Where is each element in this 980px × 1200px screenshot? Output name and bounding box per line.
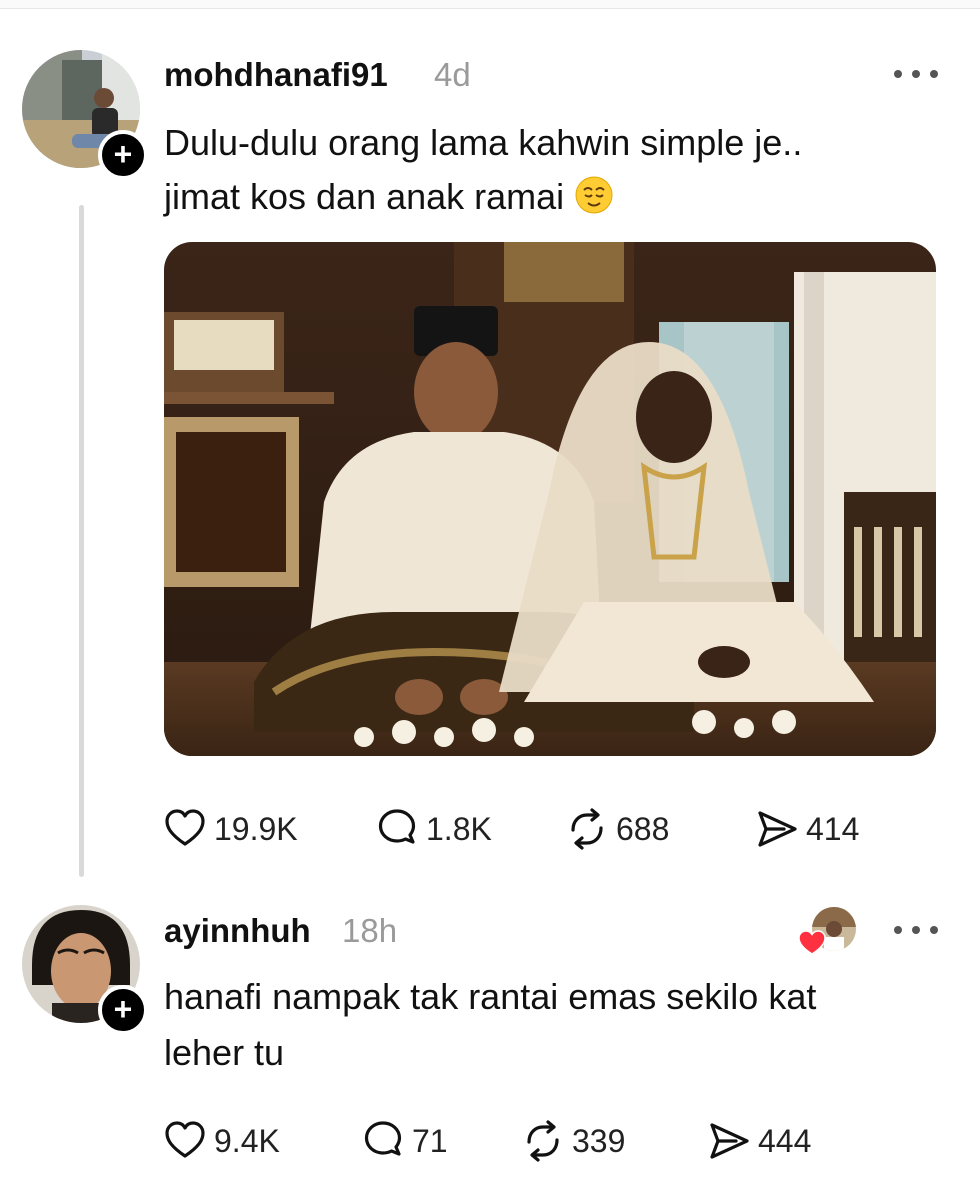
reply-follow-plus-button[interactable]: + xyxy=(98,985,148,1035)
repost-icon xyxy=(527,1120,559,1162)
post-text-line-2: jimat kos dan anak ramai xyxy=(164,176,565,217)
follow-plus-button[interactable]: + xyxy=(98,130,148,180)
reply-share-button[interactable]: 444 xyxy=(708,1120,811,1162)
reply-like-button[interactable]: 9.4K xyxy=(164,1120,280,1162)
reply-text-line-2: leher tu xyxy=(164,1032,285,1073)
thread-line xyxy=(79,205,84,877)
speech-bubble-icon xyxy=(378,809,416,844)
reply-reply-button[interactable]: 71 xyxy=(362,1120,448,1162)
speech-bubble-icon xyxy=(364,1121,402,1156)
repost-icon xyxy=(571,808,603,850)
reply-button[interactable]: 1.8K xyxy=(376,808,492,850)
repost-count: 688 xyxy=(616,810,670,847)
reply-more-options-icon[interactable] xyxy=(894,920,938,940)
send-icon xyxy=(710,1123,749,1159)
post-username[interactable]: mohdhanafi91 xyxy=(164,56,388,94)
like-button[interactable]: 19.9K xyxy=(164,808,298,850)
reply-text-line-1: hanafi nampak tak rantai emas sekilo kat xyxy=(164,976,817,1017)
reply-reply-count: 71 xyxy=(412,1122,448,1159)
heart-icon xyxy=(165,1121,205,1158)
reply-time: 18h xyxy=(342,912,398,949)
reply-username[interactable]: ayinnhuh xyxy=(164,912,311,950)
post-time: 4d xyxy=(434,56,471,93)
reply-share-count: 444 xyxy=(758,1122,812,1159)
share-count: 414 xyxy=(806,810,860,847)
post-more-options-icon[interactable] xyxy=(894,64,938,84)
liked-heart-badge-icon xyxy=(798,930,826,955)
reply-actions: 9.4K 71 339 444 xyxy=(164,1120,924,1164)
post-text-line-1: Dulu-dulu orang lama kahwin simple je.. xyxy=(164,122,803,163)
reply-count: 1.8K xyxy=(426,810,492,847)
share-button[interactable]: 414 xyxy=(756,808,859,850)
reply-repost-button[interactable]: 339 xyxy=(522,1120,625,1162)
reply-repost-count: 339 xyxy=(572,1122,626,1159)
like-count: 19.9K xyxy=(214,810,298,847)
heart-icon xyxy=(165,809,205,846)
post-text-line-2-wrap: jimat kos dan anak ramai xyxy=(164,170,614,224)
send-icon xyxy=(758,811,797,847)
repost-button[interactable]: 688 xyxy=(566,808,669,850)
post-actions: 19.9K 1.8K 688 414 xyxy=(164,808,924,852)
top-divider xyxy=(0,0,980,9)
reply-like-count: 9.4K xyxy=(214,1122,280,1159)
post-photo[interactable] xyxy=(164,242,936,756)
relieved-face-emoji-icon xyxy=(575,176,613,214)
